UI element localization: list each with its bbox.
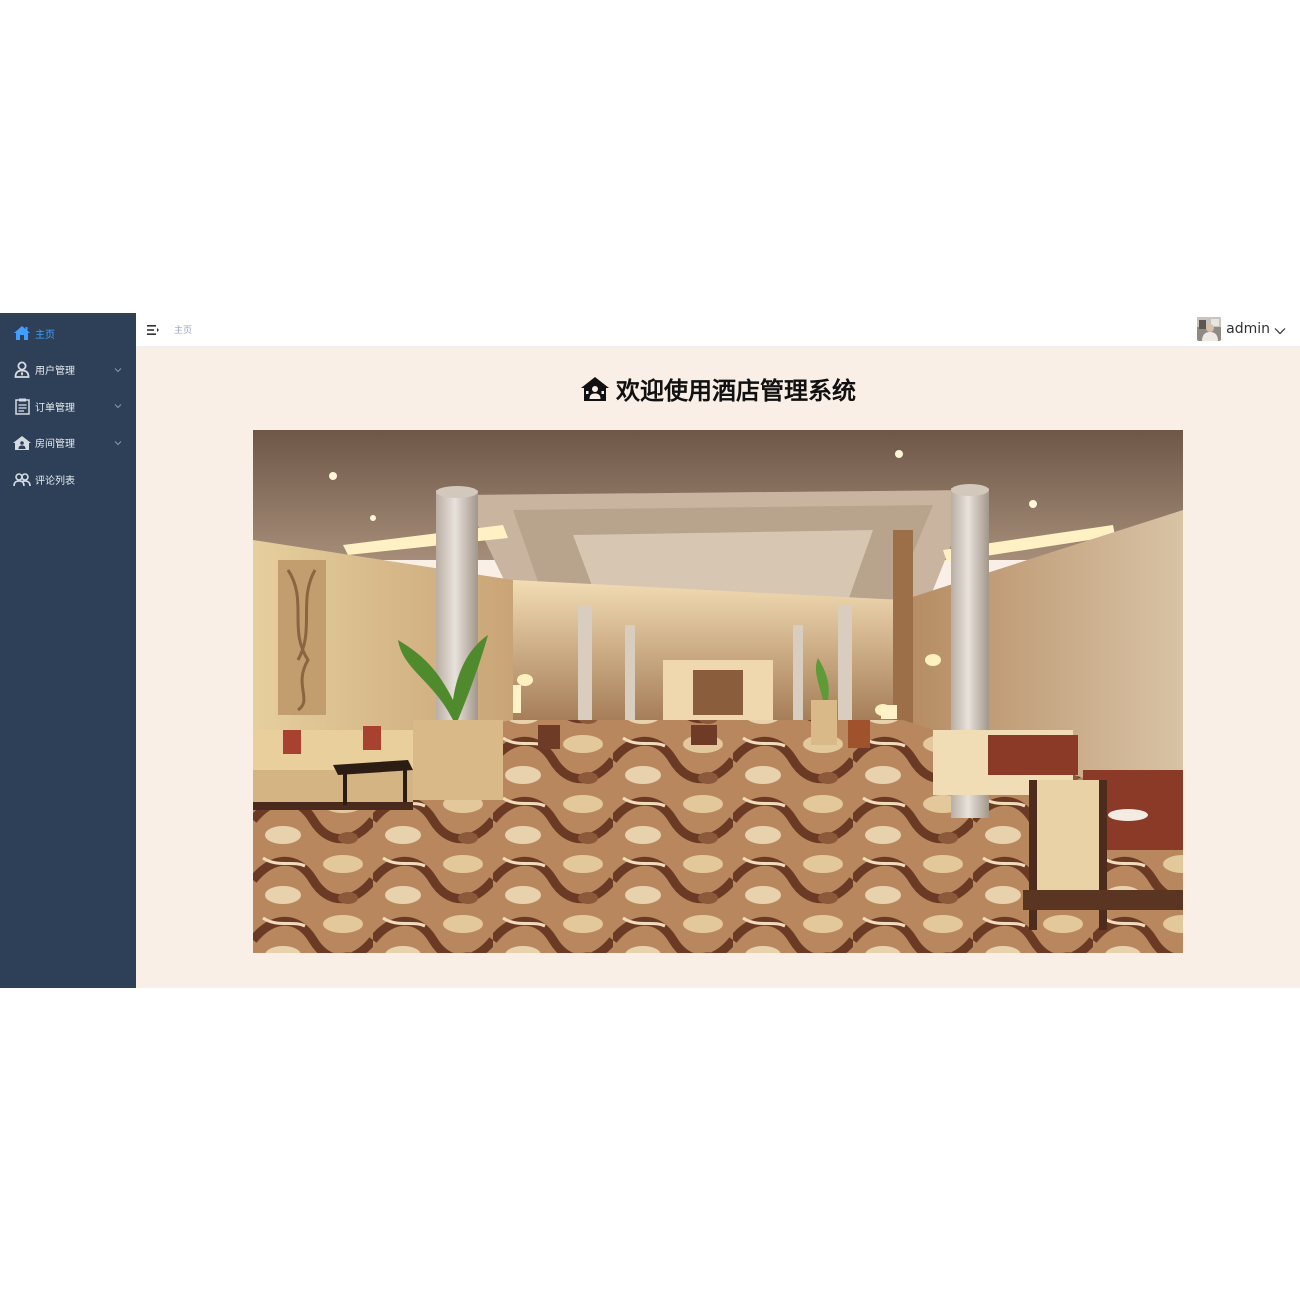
username: admin (1226, 321, 1270, 337)
sidebar-item-user-management[interactable]: 用户管理 (0, 352, 136, 389)
sidebar-item-label: 评论列表 (35, 475, 75, 487)
dashboard-content: 欢迎使用酒店管理系统 (136, 347, 1300, 988)
top-navbar: 主页 admin (136, 313, 1300, 347)
sidebar-item-label: 房间管理 (35, 439, 75, 451)
order-icon (12, 397, 32, 415)
user-icon (12, 361, 32, 379)
comment-icon (12, 470, 32, 488)
sidebar: 主页 用户管理 订单管理 房间管理 评论列表 (0, 313, 136, 988)
main-area: 主页 admin 欢迎使用酒店管理系统 (136, 313, 1300, 988)
app-window: 主页 用户管理 订单管理 房间管理 评论列表 主页 admin 欢迎使用酒店管理… (0, 313, 1300, 988)
avatar (1197, 317, 1222, 341)
sidebar-item-label: 用户管理 (35, 366, 75, 378)
sidebar-item-comment-list[interactable]: 评论列表 (0, 461, 136, 498)
hotel-icon (580, 376, 610, 402)
user-dropdown[interactable]: admin (1197, 317, 1286, 341)
breadcrumb: 主页 (174, 326, 193, 336)
welcome-title: 欢迎使用酒店管理系统 (616, 377, 856, 405)
home-icon (12, 324, 32, 342)
menu-toggle-icon[interactable] (146, 323, 160, 337)
chevron-down-icon (114, 402, 122, 410)
chevron-down-icon (114, 366, 122, 374)
sidebar-item-label: 主页 (35, 329, 55, 341)
page-title: 欢迎使用酒店管理系统 (136, 371, 1300, 406)
sidebar-item-label: 订单管理 (35, 402, 75, 414)
sidebar-item-order-management[interactable]: 订单管理 (0, 388, 136, 425)
chevron-down-icon (114, 439, 122, 447)
chevron-down-icon (1274, 320, 1286, 339)
hotel-lobby-image (253, 430, 1183, 953)
sidebar-item-home[interactable]: 主页 (0, 315, 136, 352)
hotel-icon (12, 434, 32, 452)
sidebar-item-room-management[interactable]: 房间管理 (0, 425, 136, 462)
